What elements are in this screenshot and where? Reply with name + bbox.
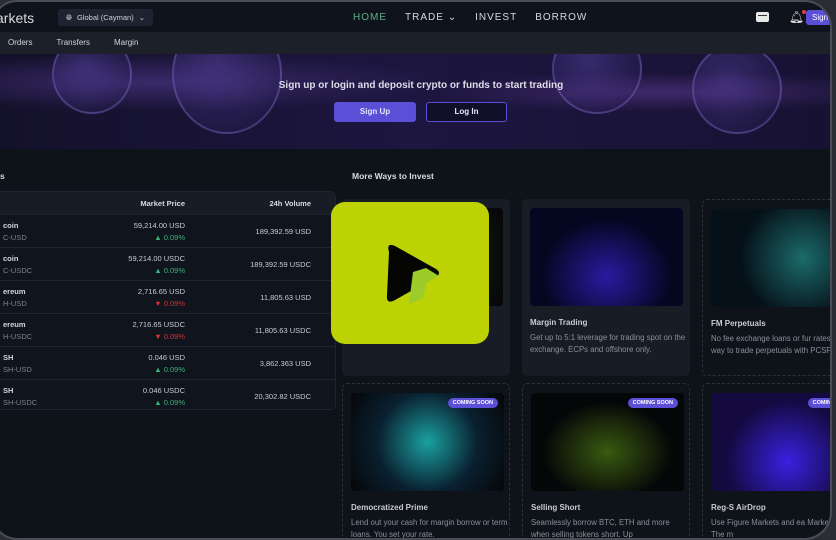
nav-trade[interactable]: TRADE ⌄ [405,12,457,23]
volume: 189,392.59 USDC [250,260,311,269]
invest-card[interactable]: COMING SOON Reg-S AirDrop Use Figure Mar… [702,383,832,539]
triangle-down-icon: ▼ [154,332,162,341]
asset-name: ereum [3,287,26,296]
price-change: ▲ 0.09% [154,398,185,407]
card-illustration: COMIN [711,209,830,307]
table-row[interactable]: SH SH-USD 0.046 USD ▲ 0.09% 3,862.363 US… [0,346,335,379]
card-description: Get up to 5:1 leverage for trading spot … [530,333,686,354]
market-price: 59,214.00 USDC [128,254,185,263]
hero-banner: Sign up or login and deposit crypto or f… [0,54,830,149]
markets-title: s [0,171,5,181]
asset-pair: H-USDC [3,332,33,341]
asset-pair: SH-USDC [3,398,38,407]
card-description: No fee exchange loans or fur rates. A be… [711,334,832,355]
triangle-up-icon: ▲ [154,365,162,374]
card-illustration: COMING SOON [711,393,830,491]
volume: 11,805.63 USDC [254,326,311,335]
asset-name: SH [3,386,14,395]
market-price: 0.046 USDC [142,386,185,395]
card-illustration: COMING SOON [531,393,684,491]
market-price: 59,214.00 USD [133,221,185,230]
card-title: Democratized Prime [351,503,428,512]
region-selector[interactable]: 🌐︎ Global (Cayman) ⌄ [58,9,153,26]
asset-pair: SH-USD [3,365,32,374]
card-description: Use Figure Markets and ea Markets equity… [711,518,832,539]
volume: 189,392.59 USD [255,227,311,236]
coming-soon-badge: COMING SOON [627,398,678,408]
header-24h-volume: 24h Volume [269,199,311,208]
top-nav: arkets 🌐︎ Global (Cayman) ⌄ HOME TRADE ⌄ I… [0,2,830,32]
invest-title: More Ways to Invest [352,171,434,181]
card-illustration [530,208,683,306]
coming-soon-badge: COMING SOON [807,398,830,408]
volume: 20,302.82 USDC [254,392,311,401]
play-video-overlay[interactable] [331,202,489,344]
price-change: ▼ 0.09% [154,332,185,341]
invest-card[interactable]: COMING SOON Democratized Prime Lend out … [342,383,510,539]
sign-in-button[interactable]: Sign [806,10,830,25]
card-title: FM Perpetuals [711,319,766,328]
region-label: Global (Cayman) [77,13,134,22]
nav-borrow[interactable]: BORROW [535,12,587,23]
header-market-price: Market Price [140,199,185,208]
card-description: Seamlessly borrow BTC, ETH and more when… [531,518,670,539]
triangle-up-icon: ▲ [154,266,162,275]
brand-logo[interactable]: arkets [0,10,34,26]
asset-pair: H-USD [3,299,27,308]
triangle-up-icon: ▲ [154,398,162,407]
play-icon [386,244,439,304]
price-change: ▲ 0.09% [154,266,185,275]
asset-name: coin [3,221,19,230]
coming-soon-badge: COMIN [829,214,830,224]
asset-pair: C-USDC [3,266,33,275]
nav-invest[interactable]: INVEST [475,12,517,23]
market-price: 2,716.65 USDC [132,320,185,329]
sign-up-button[interactable]: Sign Up [334,102,416,122]
sub-nav: Orders Transfers Margin [0,32,830,54]
table-row[interactable]: coin C-USD 59,214.00 USD ▲ 0.09% 189,392… [0,214,335,247]
volume: 11,805.63 USD [260,293,311,302]
coming-soon-badge: COMING SOON [447,398,498,408]
table-header: Market Price 24h Volume [0,192,335,214]
invest-card[interactable]: COMING SOON Selling Short Seamlessly bor… [522,383,690,539]
log-in-button[interactable]: Log In [426,102,507,122]
markets-table: Market Price 24h Volume coin C-USD 59,21… [0,191,336,410]
card-title: Selling Short [531,503,581,512]
subnav-margin[interactable]: Margin [114,38,138,54]
subnav-orders[interactable]: Orders [8,38,32,54]
price-change: ▼ 0.09% [154,299,185,308]
asset-name: SH [3,353,14,362]
app-window: arkets 🌐︎ Global (Cayman) ⌄ HOME TRADE ⌄ I… [0,0,832,540]
asset-name: coin [3,254,19,263]
table-row[interactable]: coin C-USDC 59,214.00 USDC ▲ 0.09% 189,3… [0,247,335,280]
triangle-up-icon: ▲ [154,233,162,242]
bell-icon[interactable]: 🔔︎ [789,10,807,24]
chevron-down-icon: ⌄ [447,12,458,23]
chevron-down-icon: ⌄ [138,13,145,22]
table-row[interactable]: ereum H-USD 2,716.65 USD ▼ 0.09% 11,805.… [0,280,335,313]
price-change: ▲ 0.09% [154,365,185,374]
card-title: Reg-S AirDrop [711,503,766,512]
decorative-orb [172,54,282,134]
triangle-down-icon: ▼ [154,299,162,308]
market-price: 0.046 USD [148,353,185,362]
market-price: 2,716.65 USD [137,287,185,296]
wallet-icon[interactable] [755,12,769,22]
volume: 3,862.363 USD [259,359,311,368]
globe-icon: 🌐︎ [66,12,72,22]
card-title: Margin Trading [530,318,588,327]
invest-card[interactable]: Margin Trading Get up to 5:1 leverage fo… [522,199,690,376]
decorative-orb [692,54,782,134]
price-change: ▲ 0.09% [154,233,185,242]
invest-card[interactable]: COMIN FM Perpetuals No fee exchange loan… [702,199,832,376]
table-row[interactable]: SH SH-USDC 0.046 USDC ▲ 0.09% 20,302.82 … [0,379,335,409]
nav-home[interactable]: HOME [353,12,387,23]
card-illustration: COMING SOON [351,393,504,491]
banner-title: Sign up or login and deposit crypto or f… [278,80,564,91]
asset-pair: C-USD [3,233,27,242]
card-description: Lend out your cash for margin borrow or … [351,518,508,539]
table-row[interactable]: ereum H-USDC 2,716.65 USDC ▼ 0.09% 11,80… [0,313,335,346]
subnav-transfers[interactable]: Transfers [56,38,90,54]
asset-name: ereum [3,320,26,329]
